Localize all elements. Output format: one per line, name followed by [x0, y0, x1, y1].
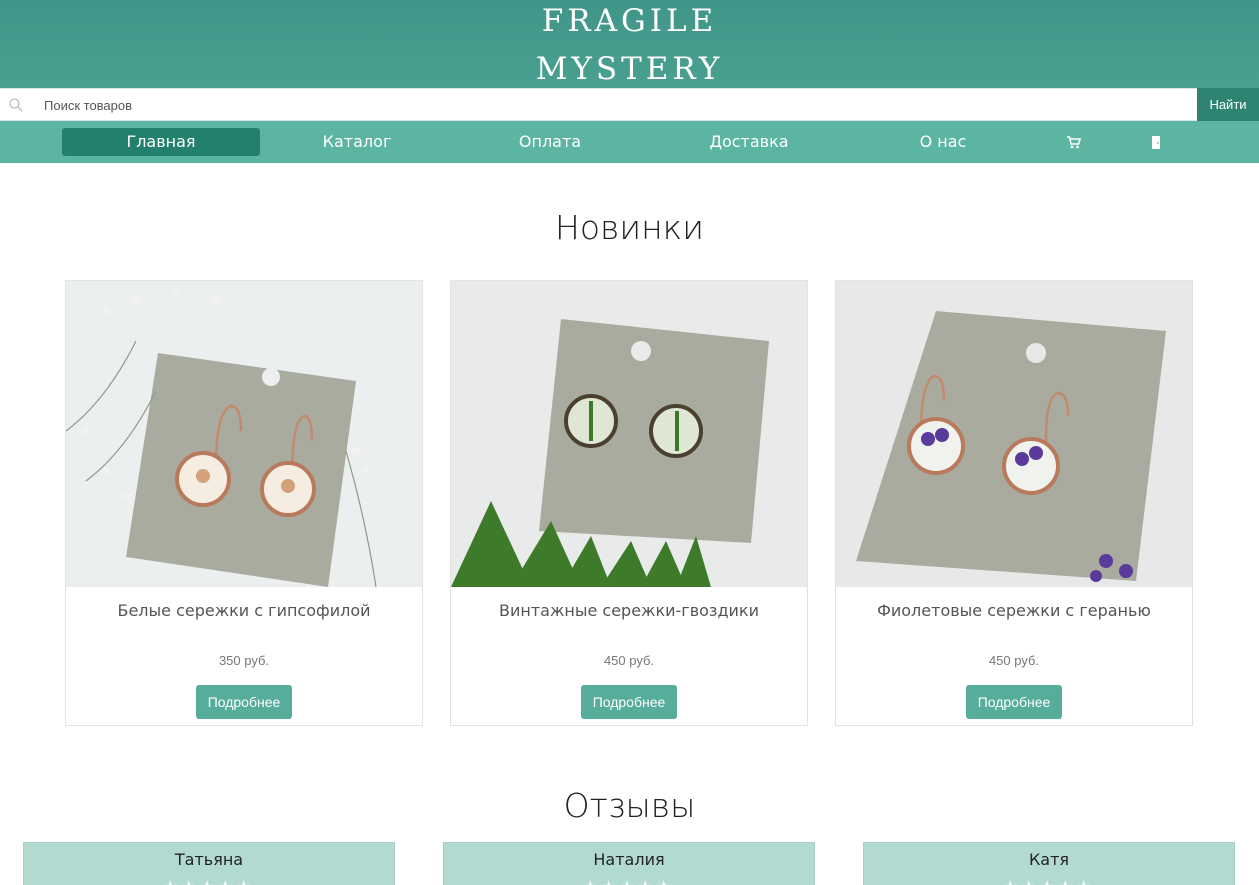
product-name[interactable]: Белые сережки с гипсофилой [66, 601, 422, 620]
section-title-reviews: Отзывы [563, 786, 696, 825]
product-card: Белые сережки с гипсофилой 350 руб. Подр… [65, 280, 423, 726]
product-name[interactable]: Фиолетовые сережки с геранью [836, 601, 1192, 620]
product-image[interactable] [836, 281, 1192, 587]
main-nav: Главная Каталог Оплата Доставка О нас [0, 121, 1259, 163]
nav-item-home[interactable]: Главная [62, 128, 260, 156]
search-bar: Найти [0, 88, 1259, 122]
search-input[interactable] [36, 92, 1186, 118]
details-button[interactable]: Подробнее [966, 685, 1062, 719]
nav-item-about[interactable]: О нас [844, 128, 1042, 156]
door-exit-icon[interactable] [1148, 134, 1164, 150]
brand-logo-line1[interactable]: FRAGILE [0, 6, 1259, 37]
search-icon [9, 98, 23, 112]
rating-stars: ★★★★★ [864, 877, 1234, 885]
review-card: Наталия ★★★★★ [443, 842, 815, 885]
review-card: Татьяна ★★★★★ [23, 842, 395, 885]
brand-logo-line2[interactable]: MYSTERY [0, 54, 1259, 85]
product-card: Фиолетовые сережки с геранью 450 руб. По… [835, 280, 1193, 726]
details-button[interactable]: Подробнее [196, 685, 292, 719]
rating-stars: ★★★★★ [24, 877, 394, 885]
product-price: 350 руб. [218, 653, 270, 668]
rating-stars: ★★★★★ [444, 877, 814, 885]
review-card: Катя ★★★★★ [863, 842, 1235, 885]
site-header: FRAGILE MYSTERY [0, 0, 1259, 88]
nav-item-catalog[interactable]: Каталог [258, 128, 456, 156]
section-title-new: Новинки [555, 208, 704, 247]
product-price: 450 руб. [603, 653, 655, 668]
nav-item-delivery[interactable]: Доставка [650, 128, 848, 156]
product-card: Винтажные сережки-гвоздики 450 руб. Подр… [450, 280, 808, 726]
details-button[interactable]: Подробнее [581, 685, 677, 719]
product-image[interactable] [451, 281, 807, 587]
product-name[interactable]: Винтажные сережки-гвоздики [451, 601, 807, 620]
reviewer-name: Наталия [593, 850, 665, 869]
reviewer-name: Татьяна [174, 850, 244, 869]
cart-icon[interactable] [1066, 134, 1082, 150]
search-button[interactable]: Найти [1197, 88, 1259, 122]
nav-item-payment[interactable]: Оплата [451, 128, 649, 156]
product-price: 450 руб. [988, 653, 1040, 668]
reviewer-name: Катя [1028, 850, 1070, 869]
product-image[interactable] [66, 281, 422, 587]
